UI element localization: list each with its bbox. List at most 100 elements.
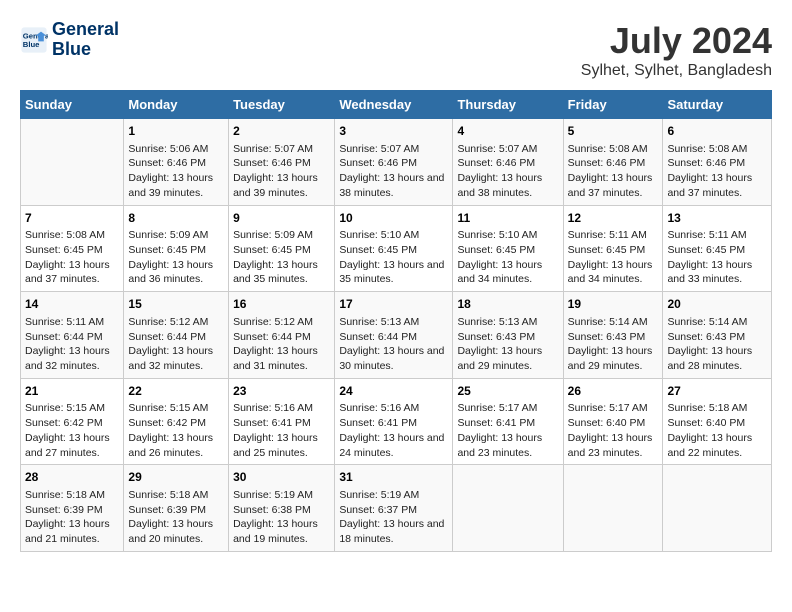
day-info: Sunrise: 5:17 AMSunset: 6:40 PMDaylight:… [568, 401, 659, 460]
day-info: Sunrise: 5:17 AMSunset: 6:41 PMDaylight:… [457, 401, 558, 460]
day-number: 22 [128, 383, 224, 400]
day-info: Sunrise: 5:08 AMSunset: 6:46 PMDaylight:… [667, 142, 767, 201]
day-number: 1 [128, 123, 224, 140]
calendar-cell: 11Sunrise: 5:10 AMSunset: 6:45 PMDayligh… [453, 205, 563, 292]
day-number: 28 [25, 469, 119, 486]
day-info: Sunrise: 5:15 AMSunset: 6:42 PMDaylight:… [128, 401, 224, 460]
day-number: 29 [128, 469, 224, 486]
calendar-cell: 1 Sunrise: 5:06 AMSunset: 6:46 PMDaylight… [124, 119, 229, 206]
day-info: Sunrise: 5:10 AMSunset: 6:45 PMDaylight:… [457, 228, 558, 287]
calendar-cell: 29 Sunrise: 5:18 AMSunset: 6:39 PMDayligh… [124, 465, 229, 552]
calendar-cell: 21Sunrise: 5:15 AMSunset: 6:42 PMDayligh… [21, 378, 124, 465]
col-header-thursday: Thursday [453, 91, 563, 119]
calendar-cell: 27Sunrise: 5:18 AMSunset: 6:40 PMDayligh… [663, 378, 772, 465]
calendar-cell: 23Sunrise: 5:16 AMSunset: 6:41 PMDayligh… [229, 378, 335, 465]
day-number: 26 [568, 383, 659, 400]
day-info: Sunrise: 5:11 AMSunset: 6:44 PMDaylight:… [25, 315, 119, 374]
day-info: Sunrise: 5:12 AMSunset: 6:44 PMDaylight:… [128, 315, 224, 374]
calendar-cell: 14 Sunrise: 5:11 AMSunset: 6:44 PMDayligh… [21, 292, 124, 379]
calendar-cell: 18 Sunrise: 5:13 AMSunset: 6:43 PMDayligh… [453, 292, 563, 379]
calendar-cell: 15Sunrise: 5:12 AMSunset: 6:44 PMDayligh… [124, 292, 229, 379]
calendar-cell: 30 Sunrise: 5:19 AMSunset: 6:38 PMDayligh… [229, 465, 335, 552]
calendar-cell: 5 Sunrise: 5:08 AMSunset: 6:46 PMDaylight… [563, 119, 663, 206]
day-info: Sunrise: 5:09 AMSunset: 6:45 PMDaylight:… [128, 228, 224, 287]
day-info: Sunrise: 5:16 AMSunset: 6:41 PMDaylight:… [233, 401, 330, 460]
day-number: 7 [25, 210, 119, 227]
calendar-cell: 8Sunrise: 5:09 AMSunset: 6:45 PMDaylight… [124, 205, 229, 292]
day-info: Sunrise: 5:07 AMSunset: 6:46 PMDaylight:… [233, 142, 330, 201]
calendar-week-1: 1 Sunrise: 5:06 AMSunset: 6:46 PMDaylight… [21, 119, 772, 206]
day-number: 5 [568, 123, 659, 140]
day-info: Sunrise: 5:08 AMSunset: 6:46 PMDaylight:… [568, 142, 659, 201]
day-info: Sunrise: 5:18 AMSunset: 6:40 PMDaylight:… [667, 401, 767, 460]
day-number: 2 [233, 123, 330, 140]
title-block: July 2024 Sylhet, Sylhet, Bangladesh [581, 20, 772, 80]
day-number: 9 [233, 210, 330, 227]
calendar-cell: 6 Sunrise: 5:08 AMSunset: 6:46 PMDaylight… [663, 119, 772, 206]
day-info: Sunrise: 5:07 AMSunset: 6:46 PMDaylight:… [457, 142, 558, 201]
day-info: Sunrise: 5:12 AMSunset: 6:44 PMDaylight:… [233, 315, 330, 374]
calendar-cell [663, 465, 772, 552]
day-number: 13 [667, 210, 767, 227]
day-number: 3 [339, 123, 448, 140]
day-number: 14 [25, 296, 119, 313]
calendar-cell: 12Sunrise: 5:11 AMSunset: 6:45 PMDayligh… [563, 205, 663, 292]
page-header: General Blue GeneralBlue July 2024 Sylhe… [20, 20, 772, 80]
day-number: 6 [667, 123, 767, 140]
subtitle: Sylhet, Sylhet, Bangladesh [581, 62, 772, 80]
col-header-tuesday: Tuesday [229, 91, 335, 119]
day-info: Sunrise: 5:11 AMSunset: 6:45 PMDaylight:… [568, 228, 659, 287]
day-info: Sunrise: 5:11 AMSunset: 6:45 PMDaylight:… [667, 228, 767, 287]
calendar-week-5: 28 Sunrise: 5:18 AMSunset: 6:39 PMDayligh… [21, 465, 772, 552]
day-number: 25 [457, 383, 558, 400]
day-info: Sunrise: 5:14 AMSunset: 6:43 PMDaylight:… [568, 315, 659, 374]
day-info: Sunrise: 5:09 AMSunset: 6:45 PMDaylight:… [233, 228, 330, 287]
calendar-week-2: 7Sunrise: 5:08 AMSunset: 6:45 PMDaylight… [21, 205, 772, 292]
day-number: 12 [568, 210, 659, 227]
day-info: Sunrise: 5:13 AMSunset: 6:43 PMDaylight:… [457, 315, 558, 374]
day-number: 4 [457, 123, 558, 140]
calendar-cell: 22Sunrise: 5:15 AMSunset: 6:42 PMDayligh… [124, 378, 229, 465]
calendar-table: SundayMondayTuesdayWednesdayThursdayFrid… [20, 90, 772, 552]
day-number: 8 [128, 210, 224, 227]
logo: General Blue GeneralBlue [20, 20, 119, 60]
calendar-cell: 20Sunrise: 5:14 AMSunset: 6:43 PMDayligh… [663, 292, 772, 379]
day-number: 16 [233, 296, 330, 313]
day-info: Sunrise: 5:15 AMSunset: 6:42 PMDaylight:… [25, 401, 119, 460]
calendar-cell: 4 Sunrise: 5:07 AMSunset: 6:46 PMDaylight… [453, 119, 563, 206]
day-number: 27 [667, 383, 767, 400]
calendar-cell: 28Sunrise: 5:18 AMSunset: 6:39 PMDayligh… [21, 465, 124, 552]
day-info: Sunrise: 5:10 AMSunset: 6:45 PMDaylight:… [339, 228, 448, 287]
calendar-cell: 13Sunrise: 5:11 AMSunset: 6:45 PMDayligh… [663, 205, 772, 292]
day-number: 18 [457, 296, 558, 313]
day-info: Sunrise: 5:19 AMSunset: 6:37 PMDaylight:… [339, 488, 448, 547]
calendar-cell: 9Sunrise: 5:09 AMSunset: 6:45 PMDaylight… [229, 205, 335, 292]
calendar-cell: 17Sunrise: 5:13 AMSunset: 6:44 PMDayligh… [335, 292, 453, 379]
col-header-saturday: Saturday [663, 91, 772, 119]
day-info: Sunrise: 5:07 AMSunset: 6:46 PMDaylight:… [339, 142, 448, 201]
calendar-cell [453, 465, 563, 552]
calendar-cell: 31Sunrise: 5:19 AMSunset: 6:37 PMDayligh… [335, 465, 453, 552]
logo-text: GeneralBlue [52, 20, 119, 60]
day-number: 19 [568, 296, 659, 313]
day-number: 10 [339, 210, 448, 227]
svg-text:General: General [23, 31, 48, 40]
calendar-cell: 7Sunrise: 5:08 AMSunset: 6:45 PMDaylight… [21, 205, 124, 292]
calendar-cell [563, 465, 663, 552]
day-info: Sunrise: 5:19 AMSunset: 6:38 PMDaylight:… [233, 488, 330, 547]
day-number: 20 [667, 296, 767, 313]
calendar-week-4: 21Sunrise: 5:15 AMSunset: 6:42 PMDayligh… [21, 378, 772, 465]
day-number: 17 [339, 296, 448, 313]
svg-text:Blue: Blue [23, 40, 40, 49]
calendar-cell: 25Sunrise: 5:17 AMSunset: 6:41 PMDayligh… [453, 378, 563, 465]
col-header-monday: Monday [124, 91, 229, 119]
calendar-cell: 19 Sunrise: 5:14 AMSunset: 6:43 PMDayligh… [563, 292, 663, 379]
day-info: Sunrise: 5:06 AMSunset: 6:46 PMDaylight:… [128, 142, 224, 201]
day-number: 24 [339, 383, 448, 400]
day-number: 23 [233, 383, 330, 400]
calendar-cell: 16 Sunrise: 5:12 AMSunset: 6:44 PMDayligh… [229, 292, 335, 379]
col-header-sunday: Sunday [21, 91, 124, 119]
day-info: Sunrise: 5:18 AMSunset: 6:39 PMDaylight:… [128, 488, 224, 547]
logo-icon: General Blue [20, 26, 48, 54]
day-number: 30 [233, 469, 330, 486]
